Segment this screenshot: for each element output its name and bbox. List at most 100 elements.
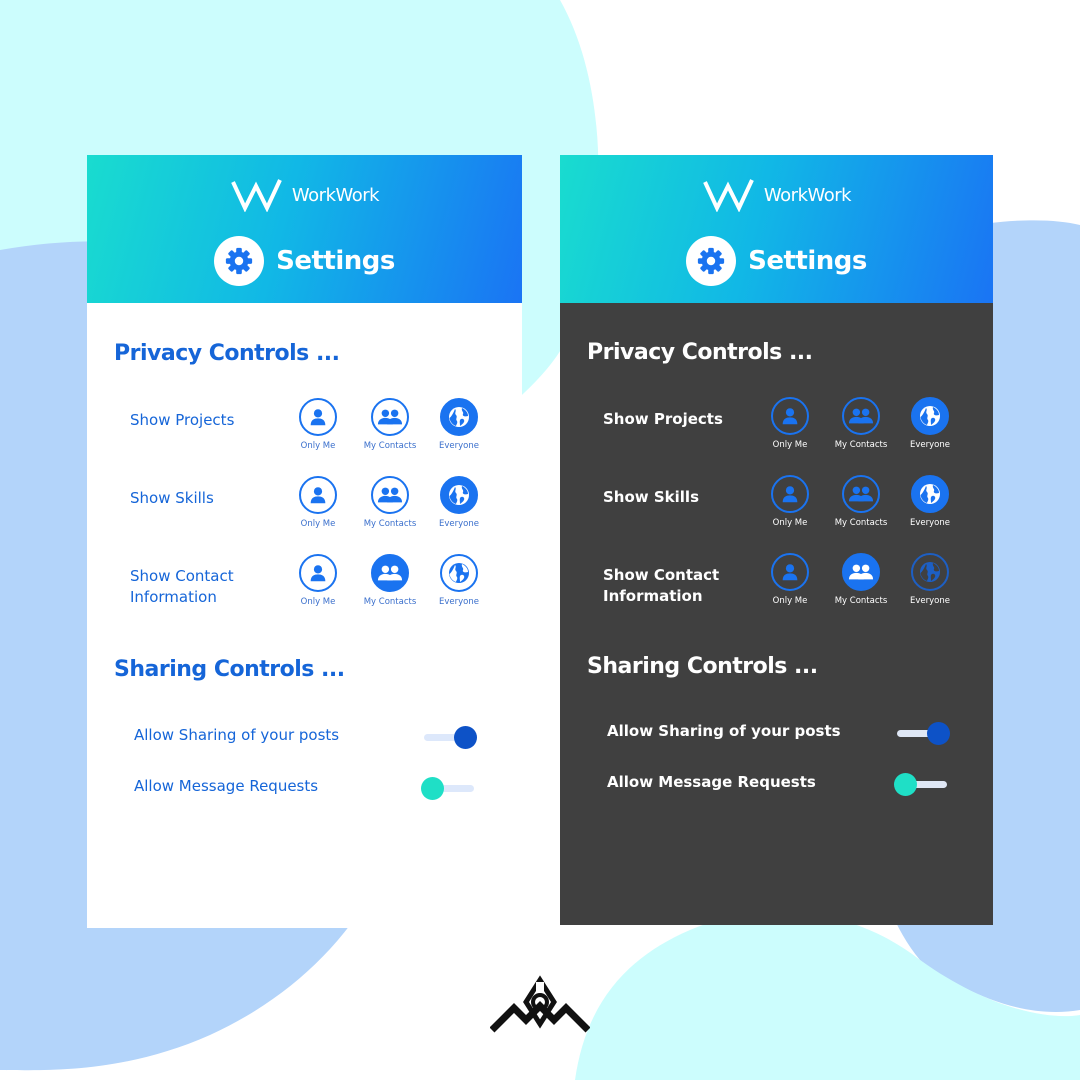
share-label: Allow Message Requests — [607, 773, 816, 791]
option-label: Only Me — [772, 596, 808, 606]
option-label: Only Me — [300, 441, 336, 451]
privacy-row-show-projects: Show Projects Only Me My Contacts Everyo… — [87, 398, 522, 480]
group-icon[interactable] — [371, 554, 409, 592]
sharing-row-messages: Allow Message Requests — [87, 773, 522, 803]
header-dark: WorkWork Settings — [560, 155, 993, 303]
toggle-allow-sharing[interactable] — [421, 726, 477, 750]
option-label: Everyone — [910, 440, 950, 450]
settings-heading: Settings — [560, 235, 993, 287]
toggle-allow-sharing[interactable] — [894, 722, 950, 746]
option-label: Everyone — [439, 519, 479, 529]
option-label: My Contacts — [834, 596, 888, 606]
person-icon[interactable] — [771, 475, 809, 513]
option-label: Everyone — [439, 441, 479, 451]
privacy-controls-title: Privacy Controls ... — [114, 341, 340, 366]
brand-name: WorkWork — [763, 184, 852, 206]
option-label: Everyone — [910, 518, 950, 528]
settings-heading: Settings — [87, 235, 522, 287]
gear-icon — [686, 236, 737, 286]
toggle-knob[interactable] — [421, 777, 444, 800]
settings-panel-dark: WorkWork Settings Privacy Controls ... S… — [560, 155, 993, 925]
share-label: Allow Sharing of your posts — [134, 726, 340, 744]
sharing-controls-title: Sharing Controls ... — [587, 654, 818, 679]
option-my-contacts[interactable]: My Contacts — [352, 554, 428, 607]
brand: WorkWork — [87, 177, 522, 213]
option-label: My Contacts — [834, 440, 888, 450]
privacy-row-show-contact-information: Show Contact Information Only Me My Conta… — [87, 554, 522, 636]
option-only-me[interactable]: Only Me — [280, 398, 356, 451]
option-label: My Contacts — [363, 519, 417, 529]
option-everyone[interactable]: Everyone — [421, 554, 497, 607]
sharing-row-posts: Allow Sharing of your posts — [87, 722, 522, 752]
option-only-me[interactable]: Only Me — [280, 476, 356, 529]
option-everyone[interactable]: Everyone — [892, 475, 968, 528]
group-icon[interactable] — [842, 397, 880, 435]
toggle-knob[interactable] — [927, 722, 950, 745]
workwork-logo-icon — [703, 179, 754, 212]
share-label: Allow Sharing of your posts — [607, 722, 841, 740]
globe-icon[interactable] — [911, 397, 949, 435]
option-my-contacts[interactable]: My Contacts — [352, 398, 428, 451]
workwork-logo-icon — [231, 179, 282, 212]
option-everyone[interactable]: Everyone — [421, 476, 497, 529]
option-label: My Contacts — [363, 597, 417, 607]
option-only-me[interactable]: Only Me — [752, 475, 828, 528]
option-label: Only Me — [772, 440, 808, 450]
option-everyone[interactable]: Everyone — [892, 397, 968, 450]
option-my-contacts[interactable]: My Contacts — [823, 397, 899, 450]
option-everyone[interactable]: Everyone — [421, 398, 497, 451]
page-title: Settings — [276, 246, 395, 276]
option-label: Everyone — [910, 596, 950, 606]
option-label: My Contacts — [363, 441, 417, 451]
page-title: Settings — [748, 246, 867, 276]
option-label: Only Me — [300, 519, 336, 529]
person-icon[interactable] — [771, 397, 809, 435]
globe-icon[interactable] — [440, 554, 478, 592]
privacy-row-show-skills: Show Skills Only Me My Contacts Everyone — [87, 476, 522, 558]
privacy-row-show-skills: Show Skills Only Me My Contacts Everyone — [560, 475, 993, 557]
option-label: Everyone — [439, 597, 479, 607]
option-label: Only Me — [300, 597, 336, 607]
option-label: Only Me — [772, 518, 808, 528]
option-my-contacts[interactable]: My Contacts — [823, 553, 899, 606]
globe-icon[interactable] — [911, 553, 949, 591]
option-only-me[interactable]: Only Me — [752, 553, 828, 606]
toggle-knob[interactable] — [454, 726, 477, 749]
toggle-knob[interactable] — [894, 773, 917, 796]
person-icon[interactable] — [299, 554, 337, 592]
group-icon[interactable] — [842, 475, 880, 513]
globe-icon[interactable] — [440, 476, 478, 514]
brand-mark-logo — [490, 975, 590, 1033]
row-label: Show Skills — [603, 488, 699, 506]
settings-panel-light: WorkWork Settings Privacy Controls ... S… — [87, 155, 522, 928]
privacy-controls-title: Privacy Controls ... — [587, 340, 813, 365]
option-my-contacts[interactable]: My Contacts — [823, 475, 899, 528]
option-label: My Contacts — [834, 518, 888, 528]
globe-icon[interactable] — [911, 475, 949, 513]
globe-icon[interactable] — [440, 398, 478, 436]
row-label: Show Contact Information — [130, 567, 234, 606]
toggle-allow-message-requests[interactable] — [421, 777, 477, 801]
person-icon[interactable] — [771, 553, 809, 591]
privacy-row-show-projects: Show Projects Only Me My Contacts Everyo… — [560, 397, 993, 479]
brand-name: WorkWork — [291, 184, 380, 206]
group-icon[interactable] — [371, 476, 409, 514]
row-label: Show Projects — [130, 411, 235, 429]
option-everyone[interactable]: Everyone — [892, 553, 968, 606]
header-light: WorkWork Settings — [87, 155, 522, 303]
share-label: Allow Message Requests — [134, 777, 319, 795]
group-icon[interactable] — [842, 553, 880, 591]
option-my-contacts[interactable]: My Contacts — [352, 476, 428, 529]
sharing-row-posts: Allow Sharing of your posts — [560, 718, 993, 748]
person-icon[interactable] — [299, 398, 337, 436]
person-icon[interactable] — [299, 476, 337, 514]
option-only-me[interactable]: Only Me — [752, 397, 828, 450]
group-icon[interactable] — [371, 398, 409, 436]
brand: WorkWork — [560, 177, 993, 213]
toggle-allow-message-requests[interactable] — [894, 773, 950, 797]
privacy-row-show-contact-information: Show Contact Information Only Me My Conta… — [560, 553, 993, 635]
option-only-me[interactable]: Only Me — [280, 554, 356, 607]
sharing-row-messages: Allow Message Requests — [560, 769, 993, 799]
row-label: Show Projects — [603, 410, 723, 428]
gear-icon — [214, 236, 265, 286]
